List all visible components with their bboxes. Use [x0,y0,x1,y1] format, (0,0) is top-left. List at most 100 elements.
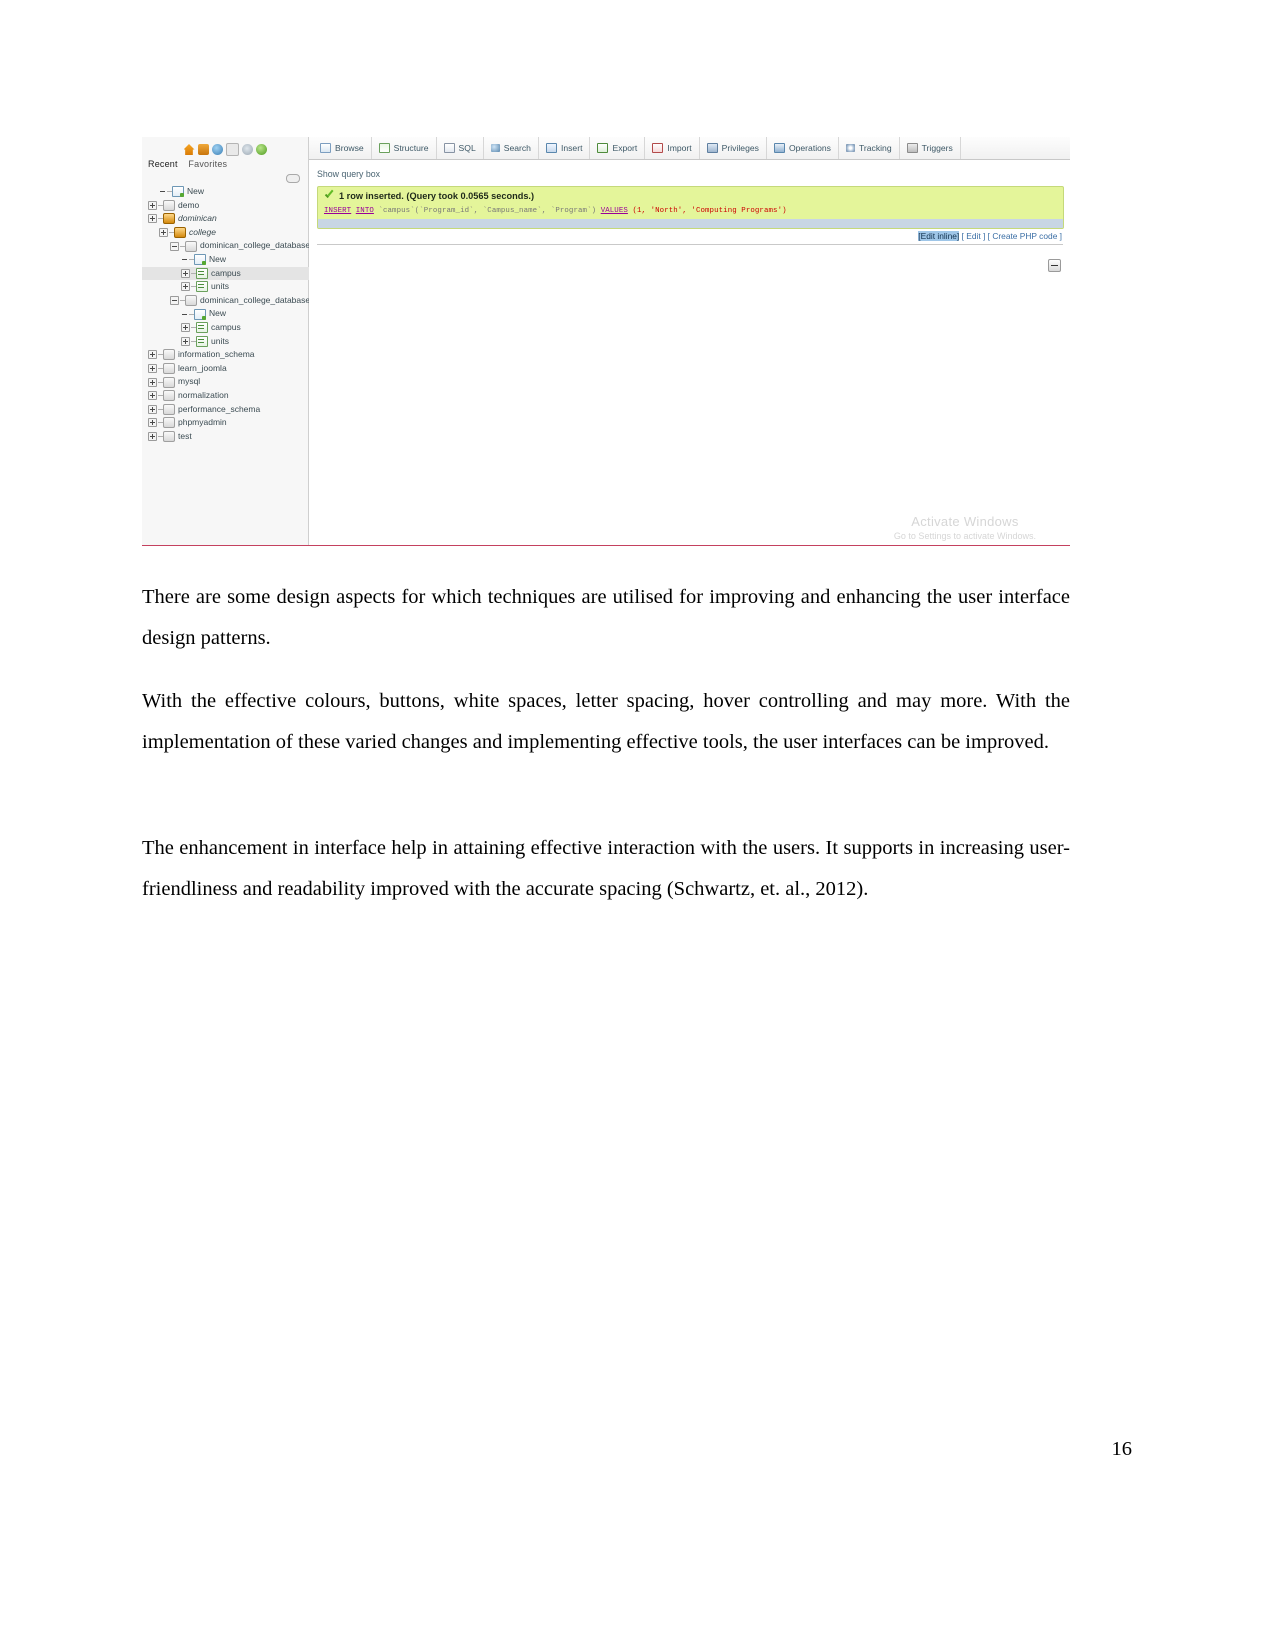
tab-favorites[interactable]: Favorites [188,159,227,169]
sql-keyword-values: VALUES [600,207,628,215]
tree-item-phpmyadmin[interactable]: phpmyadmin [142,416,309,430]
tree-item-mysql[interactable]: mysql [142,375,309,389]
success-check-icon [324,191,334,201]
structure-icon [378,143,390,153]
tree-item-label: campus [211,321,241,332]
tab-structure[interactable]: Structure [372,137,437,159]
create-php-code-link[interactable]: [ Create PHP code ] [988,231,1062,241]
sql-table-name: `campus` [378,207,415,215]
tab-import[interactable]: Import [645,137,700,159]
tree-item-units[interactable]: units [142,280,309,294]
tracking-icon [845,144,855,152]
documentation-icon[interactable] [211,144,223,155]
tree-item-label: New [209,308,227,319]
query-result-box: 1 row inserted. (Query took 0.0565 secon… [317,186,1064,229]
edit-inline-link[interactable]: [Edit inline] [918,231,960,241]
tree-spacer [181,256,188,263]
paragraph-3: The enhancement in interface help in att… [142,836,1070,900]
tree-item-normalization[interactable]: normalization [142,389,309,403]
tree-item-learn-joomla[interactable]: learn_joomla [142,362,309,376]
import-icon [652,143,664,153]
expand-icon[interactable] [159,228,168,238]
expand-icon[interactable] [148,391,157,401]
tab-label: Privileges [721,143,759,153]
home-icon[interactable] [183,144,195,155]
tab-export[interactable]: Export [590,137,646,159]
tab-recent[interactable]: Recent [148,159,178,169]
collapse-icon[interactable] [170,241,179,251]
result-action-links: [Edit inline] [ Edit ] [ Create PHP code… [309,229,1070,241]
watermark-title: Activate Windows [911,514,1019,529]
export-icon [597,143,609,153]
tree-item-college[interactable]: college [142,226,309,240]
manual-icon[interactable] [225,143,239,156]
db-icon [163,199,175,211]
settings-icon[interactable] [241,144,253,155]
triggers-icon [906,143,918,153]
paragraph-1: There are some design aspects for which … [142,585,1070,649]
refresh-icon[interactable] [255,144,267,155]
db-icon [163,403,175,415]
expand-icon[interactable] [181,282,190,292]
db-icon [163,363,175,375]
tree-item-new[interactable]: New [142,185,309,199]
db-icon [185,295,197,307]
db-icon [163,349,175,361]
table-icon [196,322,208,334]
tree-item-new[interactable]: New [142,307,309,321]
tab-operations[interactable]: Operations [767,137,839,159]
collapse-sidebar-icon[interactable] [286,174,300,183]
phpmyadmin-screenshot: Recent Favorites New demo dominican college… [142,137,1070,545]
tree-item-demo[interactable]: demo [142,199,309,213]
sql-query-icon[interactable] [197,144,209,155]
tab-browse[interactable]: Browse [313,137,372,159]
table-icon [196,267,208,279]
expand-icon[interactable] [148,377,157,387]
expand-icon[interactable] [148,350,157,360]
expand-icon[interactable] [181,323,190,333]
tree-item-units[interactable]: units [142,335,309,349]
expand-icon[interactable] [181,268,190,278]
tab-tracking[interactable]: Tracking [839,137,900,159]
tab-label: Import [667,143,692,153]
tree-item-dominican-college-database[interactable]: dominican_college_database [142,239,311,253]
sql-column-list: (`Program_id`, `Campus_name`, `Program`) [414,207,597,215]
expand-icon[interactable] [148,364,157,374]
tree-item-label: mysql [178,376,201,387]
expand-icon[interactable] [148,404,157,414]
tab-triggers[interactable]: Triggers [900,137,961,159]
activate-windows-watermark: Activate Windows Go to Settings to activ… [894,514,1036,541]
expand-icon[interactable] [148,431,157,441]
tab-insert[interactable]: Insert [539,137,591,159]
collapse-icon[interactable] [170,296,179,306]
expand-icon[interactable] [148,214,157,224]
edit-link[interactable]: [ Edit ] [962,231,986,241]
tree-item-label: demo [178,199,200,210]
tree-item-new[interactable]: New [142,253,309,267]
expand-icon[interactable] [181,336,190,346]
tab-sql[interactable]: SQL [437,137,484,159]
show-query-box-link[interactable]: Show query box [309,160,1070,186]
tab-privileges[interactable]: Privileges [700,137,767,159]
tree-item-performance-schema[interactable]: performance_schema [142,403,309,417]
expand-icon[interactable] [148,200,157,210]
tree-spacer [159,188,166,195]
tree-item-campus[interactable]: campus [142,266,309,281]
tree-item-test[interactable]: test [142,430,309,444]
tree-spacer [181,311,188,318]
tab-bar: Browse Structure SQL Search Insert Export Impo… [309,137,1070,160]
expand-icon[interactable] [148,418,157,428]
tab-label: Search [503,143,531,153]
tab-label: Operations [788,143,831,153]
db-open-icon [174,227,186,239]
tree-item-campus[interactable]: campus [142,321,309,335]
collapse-panel-button[interactable] [1048,259,1061,272]
tree-item-information-schema[interactable]: information_schema [142,348,309,362]
tab-search[interactable]: Search [484,137,539,159]
sql-keyword-into: INTO [355,207,374,215]
tree-item-dominican[interactable]: dominican [142,212,309,226]
sql-keyword-insert: INSERT [324,207,352,215]
result-box-footer [318,219,1063,228]
tree-item-label: dominican_college_database [200,240,311,251]
tree-item-dominican-college-database[interactable]: dominican_college_database [142,294,310,308]
